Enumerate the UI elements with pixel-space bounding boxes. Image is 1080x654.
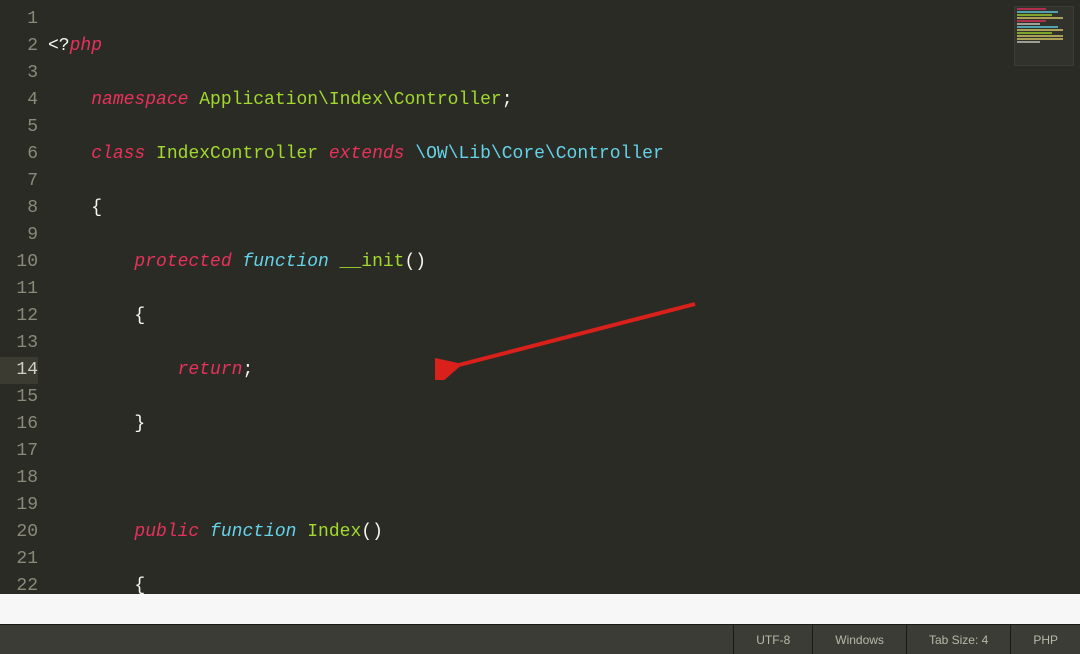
code-line[interactable]: return;: [48, 357, 1080, 384]
line-number[interactable]: 12: [0, 303, 38, 330]
line-number[interactable]: 8: [0, 195, 38, 222]
line-number[interactable]: 2: [0, 33, 38, 60]
code-line[interactable]: namespace Application\Index\Controller;: [48, 87, 1080, 114]
minimap-line: [1017, 41, 1040, 43]
line-number[interactable]: 10: [0, 249, 38, 276]
keyword-class: class: [91, 144, 145, 164]
minimap-line: [1017, 17, 1063, 19]
minimap-line: [1017, 14, 1052, 16]
line-number[interactable]: 4: [0, 87, 38, 114]
line-number[interactable]: 3: [0, 60, 38, 87]
line-number[interactable]: 5: [0, 114, 38, 141]
keyword-extends: extends: [329, 144, 405, 164]
keyword-public: public: [134, 522, 199, 542]
code-line[interactable]: class IndexController extends \OW\Lib\Co…: [48, 141, 1080, 168]
line-number[interactable]: 15: [0, 384, 38, 411]
line-number[interactable]: 19: [0, 492, 38, 519]
line-number[interactable]: 7: [0, 168, 38, 195]
minimap-line: [1017, 38, 1063, 40]
line-number[interactable]: 13: [0, 330, 38, 357]
keyword-function: function: [199, 522, 296, 542]
code-line[interactable]: {: [48, 195, 1080, 222]
status-encoding[interactable]: UTF-8: [733, 625, 812, 654]
editor-window: 1 2 3 4 5 6 7 8 9 10 11 12 13 14 15 16 1…: [0, 0, 1080, 654]
minimap-line: [1017, 11, 1058, 13]
method-name: __init: [329, 252, 405, 272]
code-area[interactable]: <?php namespace Application\Index\Contro…: [48, 0, 1080, 654]
class-name: IndexController: [145, 144, 329, 164]
minimap-line: [1017, 26, 1058, 28]
code-line[interactable]: public function Index(): [48, 519, 1080, 546]
line-number[interactable]: 16: [0, 411, 38, 438]
minimap-line: [1017, 23, 1040, 25]
line-number[interactable]: 20: [0, 519, 38, 546]
code-line[interactable]: {: [48, 303, 1080, 330]
minimap[interactable]: [1014, 6, 1074, 66]
minimap-line: [1017, 35, 1063, 37]
line-number[interactable]: 11: [0, 276, 38, 303]
code-line[interactable]: <?php: [48, 33, 1080, 60]
minimap-line: [1017, 29, 1063, 31]
keyword-return: return: [178, 360, 243, 380]
status-line-endings[interactable]: Windows: [812, 625, 906, 654]
status-language[interactable]: PHP: [1010, 625, 1080, 654]
code-line[interactable]: protected function __init(): [48, 249, 1080, 276]
code-line[interactable]: [48, 465, 1080, 492]
line-number-current[interactable]: 14: [0, 357, 38, 384]
line-number[interactable]: 9: [0, 222, 38, 249]
code-editor[interactable]: 1 2 3 4 5 6 7 8 9 10 11 12 13 14 15 16 1…: [0, 0, 1080, 594]
status-tab-size[interactable]: Tab Size: 4: [906, 625, 1010, 654]
minimap-line: [1017, 20, 1046, 22]
php-open-tag: <?php: [48, 36, 102, 56]
line-number[interactable]: 21: [0, 546, 38, 573]
separator-strip: [0, 594, 1080, 624]
line-number[interactable]: 18: [0, 465, 38, 492]
parent-class: \OW\Lib\Core\Controller: [405, 144, 664, 164]
minimap-line: [1017, 8, 1046, 10]
line-number[interactable]: 1: [0, 6, 38, 33]
namespace-path: Application\Index\Controller: [188, 90, 501, 110]
status-bar: UTF-8 Windows Tab Size: 4 PHP: [0, 624, 1080, 654]
keyword-namespace: namespace: [91, 90, 188, 110]
minimap-line: [1017, 32, 1052, 34]
keyword-protected: protected: [134, 252, 231, 272]
line-number[interactable]: 6: [0, 141, 38, 168]
keyword-function: function: [232, 252, 329, 272]
line-number[interactable]: 17: [0, 438, 38, 465]
line-number-gutter[interactable]: 1 2 3 4 5 6 7 8 9 10 11 12 13 14 15 16 1…: [0, 0, 48, 624]
code-line[interactable]: }: [48, 411, 1080, 438]
method-name: Index: [296, 522, 361, 542]
